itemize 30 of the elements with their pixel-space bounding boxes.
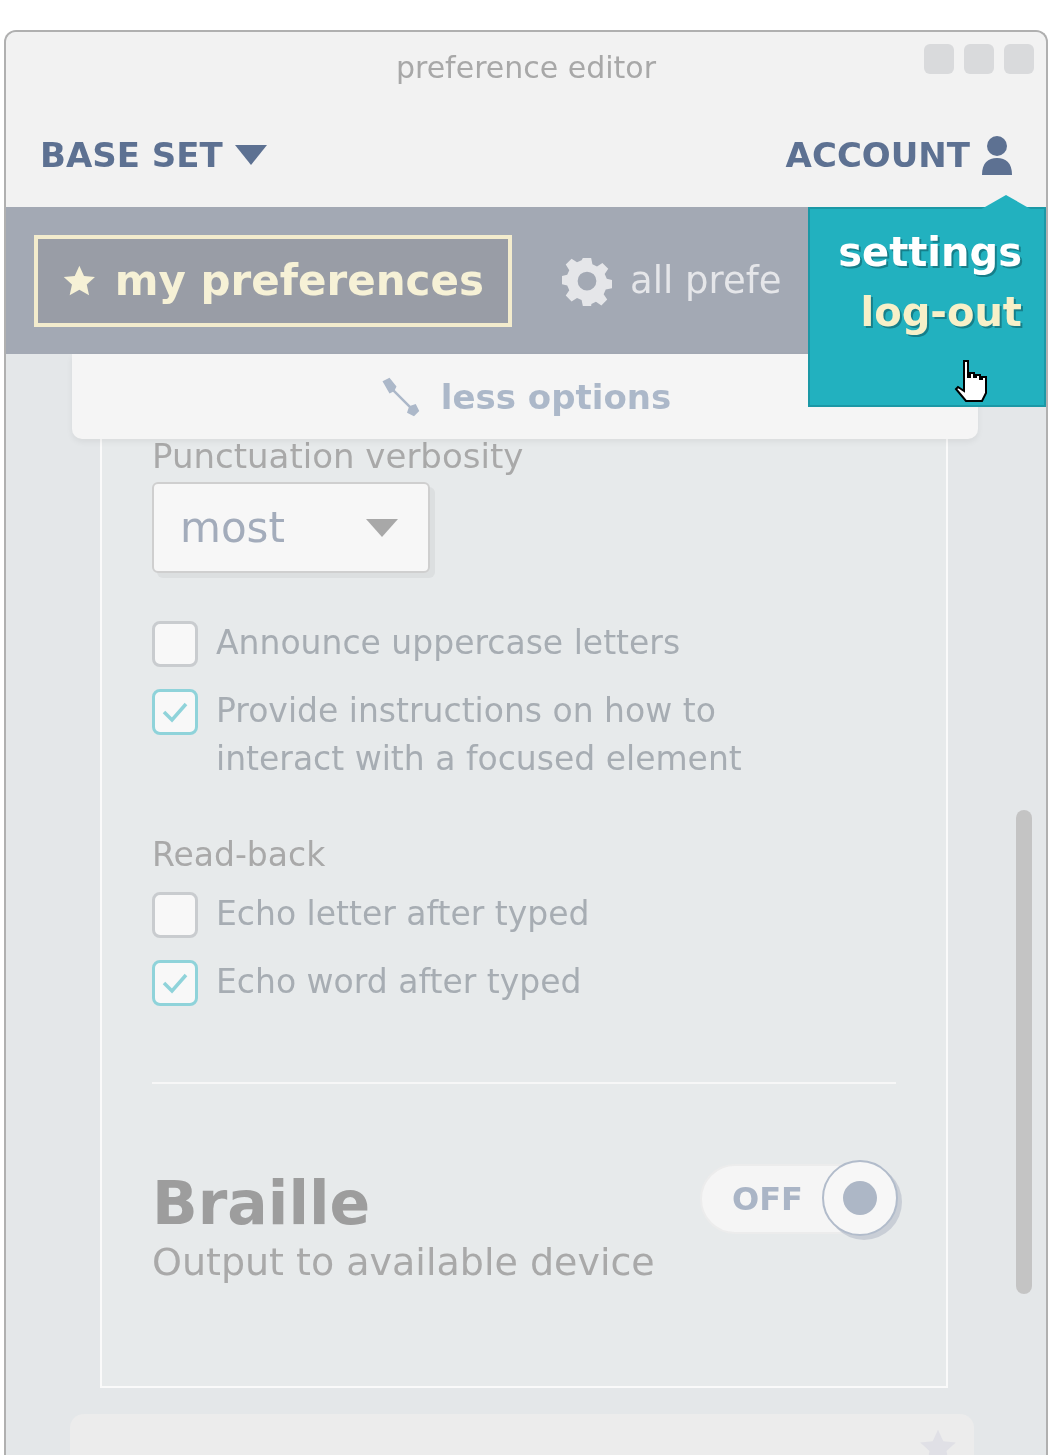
section-subtitle: Output to available device	[152, 1240, 655, 1284]
tab[interactable]: all prefe	[548, 234, 796, 327]
checkbox[interactable]	[152, 892, 198, 938]
field-label: Punctuation verbosity	[152, 436, 525, 476]
caret-icon	[234, 144, 267, 165]
window-title: preference editor	[395, 49, 657, 85]
hand-cursor-icon	[954, 359, 988, 403]
checkbox-label: Echo letter after typed	[216, 893, 590, 935]
check-icon	[161, 972, 189, 994]
menu-item[interactable]: log-out	[860, 289, 1022, 335]
checkbox-label: Provide instructions on how to interact with a focused element	[216, 690, 743, 780]
user-icon	[982, 134, 1012, 175]
caret-icon	[366, 518, 398, 537]
checkbox[interactable]	[152, 689, 198, 735]
tab[interactable]: my preferences	[34, 234, 512, 327]
check-icon	[161, 701, 189, 723]
gear-icon	[562, 255, 612, 306]
section-title: Braille	[152, 1170, 372, 1236]
base-set-dropdown[interactable]: BASE SET	[40, 134, 267, 175]
checkbox-label: Echo word after typed	[216, 961, 582, 1003]
checkbox[interactable]	[152, 621, 198, 667]
account-button[interactable]: ACCOUNT	[785, 134, 1012, 175]
window-control[interactable]	[1004, 44, 1034, 74]
section-label: Read-back	[152, 835, 327, 874]
checkbox-label: Announce uppercase letters	[216, 622, 681, 664]
window-control[interactable]	[924, 44, 954, 74]
checkbox[interactable]	[152, 960, 198, 1006]
scrollbar[interactable]	[1016, 810, 1032, 1294]
menu-item[interactable]: settings	[838, 229, 1022, 275]
window-control[interactable]	[964, 44, 994, 74]
